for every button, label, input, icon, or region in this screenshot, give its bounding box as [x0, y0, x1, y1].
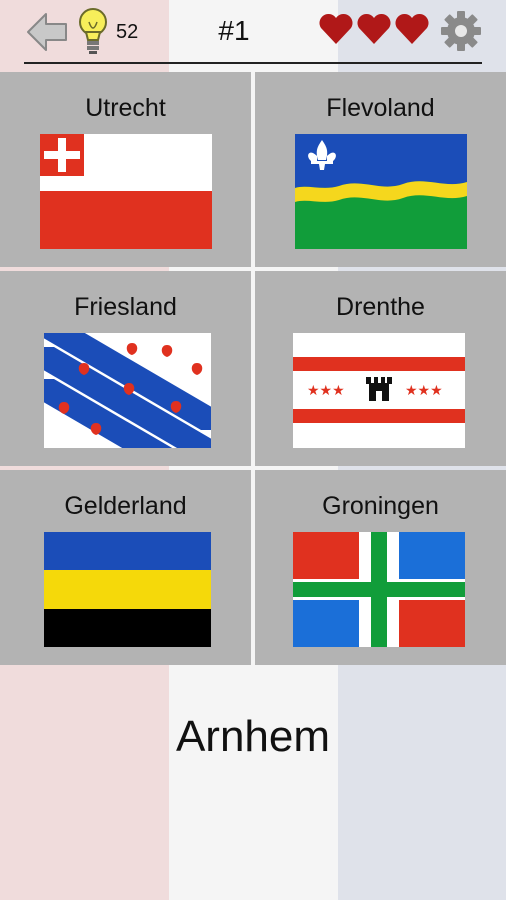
heart-icon [319, 13, 353, 44]
option-label: Utrecht [85, 94, 166, 122]
option-card-utrecht[interactable]: Utrecht [0, 72, 251, 267]
hint-count: 52 [116, 21, 139, 43]
option-card-drenthe[interactable]: Drenthe ★★★ ★★★ [255, 271, 506, 466]
option-label: Gelderland [64, 492, 187, 520]
option-card-groningen[interactable]: Groningen [255, 470, 506, 665]
gelderland-flag [44, 532, 211, 647]
option-label: Groningen [322, 492, 439, 520]
option-label: Flevoland [326, 94, 435, 122]
drenthe-flag: ★★★ ★★★ [293, 333, 465, 448]
flevoland-flag [295, 134, 467, 249]
groningen-flag [293, 532, 465, 647]
header-divider [24, 62, 482, 64]
lightbulb-icon[interactable] [76, 6, 110, 56]
answer-grid: Utrecht Flevoland Friesland Drenthe ★★★ … [0, 72, 506, 666]
option-card-flevoland[interactable]: Flevoland [255, 72, 506, 267]
svg-text:★★★: ★★★ [307, 383, 345, 399]
option-label: Friesland [74, 293, 177, 321]
gear-icon[interactable] [440, 10, 482, 52]
heart-icon [395, 13, 429, 44]
top-bar: 52 #1 [0, 0, 506, 64]
question-number: #1 [218, 15, 250, 46]
friesland-flag [44, 333, 211, 448]
heart-icon [357, 13, 391, 44]
svg-text:★★★: ★★★ [405, 383, 443, 399]
lives [318, 12, 430, 46]
back-arrow-icon[interactable] [24, 10, 70, 54]
option-label: Drenthe [336, 293, 425, 321]
utrecht-flag [40, 134, 212, 249]
option-card-gelderland[interactable]: Gelderland [0, 470, 251, 665]
option-card-friesland[interactable]: Friesland [0, 271, 251, 466]
city-question: Arnhem [175, 712, 331, 761]
